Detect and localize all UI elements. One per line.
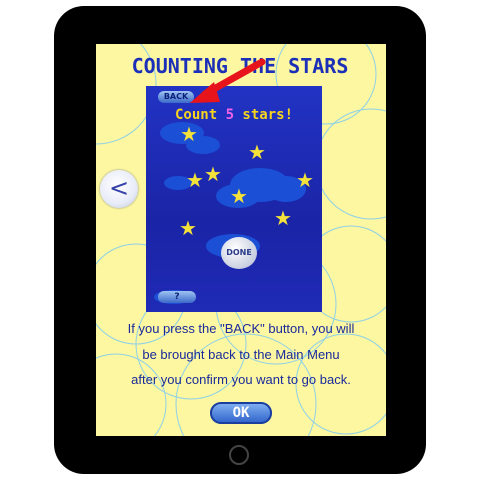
ok-button[interactable]: OK [210, 402, 272, 424]
instruction-line-1: If you press the "BACK" button, you will [127, 321, 355, 336]
instruction-line-3: after you confirm you want to go back. [131, 372, 351, 387]
instruction-line-2: be brought back to the Main Menu [142, 347, 340, 362]
previous-page-button[interactable]: < [100, 170, 138, 208]
